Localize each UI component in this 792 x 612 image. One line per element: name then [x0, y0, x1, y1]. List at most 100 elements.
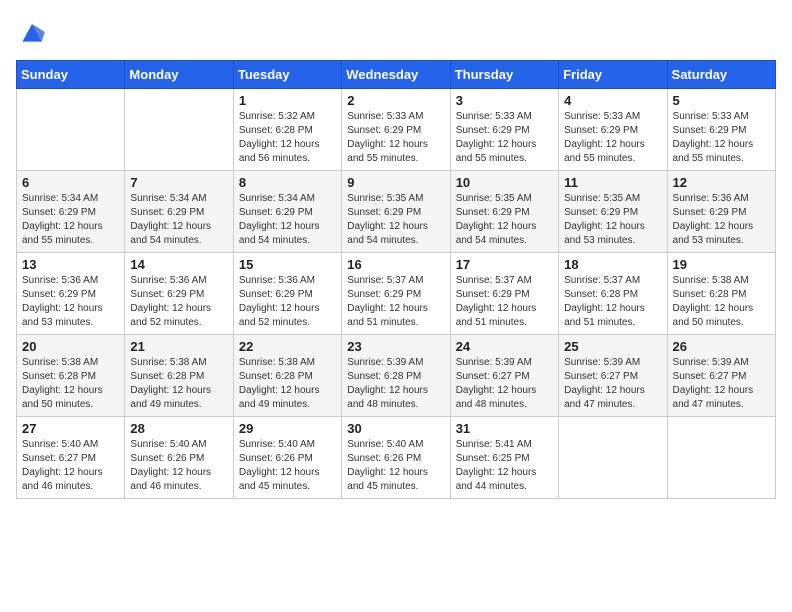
day-info: Sunrise: 5:33 AMSunset: 6:29 PMDaylight:…: [564, 110, 661, 166]
day-number: 21: [130, 339, 227, 354]
calendar-cell: [667, 417, 775, 499]
week-row-2: 6 Sunrise: 5:34 AMSunset: 6:29 PMDaylight…: [17, 171, 776, 253]
calendar-cell: 25 Sunrise: 5:39 AMSunset: 6:27 PMDayligh…: [559, 335, 667, 417]
calendar-cell: 9 Sunrise: 5:35 AMSunset: 6:29 PMDaylight…: [342, 171, 450, 253]
day-info: Sunrise: 5:33 AMSunset: 6:29 PMDaylight:…: [347, 110, 444, 166]
calendar-cell: 13Sunrise: 5:36 AMSunset: 6:29 PMDayligh…: [17, 253, 125, 335]
calendar-cell: 14Sunrise: 5:36 AMSunset: 6:29 PMDayligh…: [125, 253, 233, 335]
calendar-cell: 23Sunrise: 5:39 AMSunset: 6:28 PMDayligh…: [342, 335, 450, 417]
day-info: Sunrise: 5:40 AMSunset: 6:26 PMDaylight:…: [130, 438, 227, 494]
day-number: 25: [564, 339, 661, 354]
column-header-thursday: Thursday: [450, 61, 558, 89]
day-info: Sunrise: 5:35 AMSunset: 6:29 PMDaylight:…: [347, 192, 444, 248]
day-info: Sunrise: 5:35 AMSunset: 6:29 PMDaylight:…: [456, 192, 553, 248]
day-number: 12: [673, 175, 770, 190]
day-number: 18: [564, 257, 661, 272]
day-info: Sunrise: 5:35 AMSunset: 6:29 PMDaylight:…: [564, 192, 661, 248]
column-header-tuesday: Tuesday: [233, 61, 341, 89]
column-header-friday: Friday: [559, 61, 667, 89]
calendar-cell: 7 Sunrise: 5:34 AMSunset: 6:29 PMDaylight…: [125, 171, 233, 253]
day-info: Sunrise: 5:37 AMSunset: 6:28 PMDaylight:…: [564, 274, 661, 330]
logo: [16, 16, 52, 48]
day-info: Sunrise: 5:34 AMSunset: 6:29 PMDaylight:…: [130, 192, 227, 248]
week-row-4: 20 Sunrise: 5:38 AMSunset: 6:28 PMDayligh…: [17, 335, 776, 417]
day-number: 5: [673, 93, 770, 108]
logo-icon: [16, 16, 48, 48]
day-number: 15: [239, 257, 336, 272]
day-number: 7: [130, 175, 227, 190]
day-info: Sunrise: 5:39 AMSunset: 6:27 PMDaylight:…: [673, 356, 770, 412]
calendar-cell: 11 Sunrise: 5:35 AMSunset: 6:29 PMDayligh…: [559, 171, 667, 253]
column-header-wednesday: Wednesday: [342, 61, 450, 89]
day-info: Sunrise: 5:36 AMSunset: 6:29 PMDaylight:…: [673, 192, 770, 248]
day-number: 13: [22, 257, 119, 272]
calendar-cell: 29Sunrise: 5:40 AMSunset: 6:26 PMDayligh…: [233, 417, 341, 499]
day-info: Sunrise: 5:33 AMSunset: 6:29 PMDaylight:…: [673, 110, 770, 166]
calendar-cell: 17Sunrise: 5:37 AMSunset: 6:29 PMDayligh…: [450, 253, 558, 335]
day-info: Sunrise: 5:34 AMSunset: 6:29 PMDaylight:…: [22, 192, 119, 248]
day-info: Sunrise: 5:32 AMSunset: 6:28 PMDaylight:…: [239, 110, 336, 166]
day-number: 3: [456, 93, 553, 108]
day-number: 6: [22, 175, 119, 190]
calendar-cell: 22Sunrise: 5:38 AMSunset: 6:28 PMDayligh…: [233, 335, 341, 417]
calendar-cell: 15 Sunrise: 5:36 AMSunset: 6:29 PMDayligh…: [233, 253, 341, 335]
day-number: 9: [347, 175, 444, 190]
day-info: Sunrise: 5:38 AMSunset: 6:28 PMDaylight:…: [673, 274, 770, 330]
day-info: Sunrise: 5:37 AMSunset: 6:29 PMDaylight:…: [456, 274, 553, 330]
column-header-monday: Monday: [125, 61, 233, 89]
day-info: Sunrise: 5:38 AMSunset: 6:28 PMDaylight:…: [130, 356, 227, 412]
day-info: Sunrise: 5:39 AMSunset: 6:27 PMDaylight:…: [456, 356, 553, 412]
day-number: 26: [673, 339, 770, 354]
day-number: 30: [347, 421, 444, 436]
day-number: 23: [347, 339, 444, 354]
day-number: 4: [564, 93, 661, 108]
calendar-cell: 19Sunrise: 5:38 AMSunset: 6:28 PMDayligh…: [667, 253, 775, 335]
day-info: Sunrise: 5:36 AMSunset: 6:29 PMDaylight:…: [239, 274, 336, 330]
day-number: 11: [564, 175, 661, 190]
calendar-cell: 4 Sunrise: 5:33 AMSunset: 6:29 PMDaylight…: [559, 89, 667, 171]
day-number: 20: [22, 339, 119, 354]
week-row-5: 27 Sunrise: 5:40 AMSunset: 6:27 PMDayligh…: [17, 417, 776, 499]
day-number: 2: [347, 93, 444, 108]
day-number: 27: [22, 421, 119, 436]
day-number: 24: [456, 339, 553, 354]
day-number: 1: [239, 93, 336, 108]
day-number: 31: [456, 421, 553, 436]
day-number: 10: [456, 175, 553, 190]
day-info: Sunrise: 5:40 AMSunset: 6:27 PMDaylight:…: [22, 438, 119, 494]
calendar-cell: 27 Sunrise: 5:40 AMSunset: 6:27 PMDayligh…: [17, 417, 125, 499]
day-number: 22: [239, 339, 336, 354]
calendar-table: SundayMondayTuesdayWednesdayThursdayFrid…: [16, 60, 776, 499]
calendar-cell: 6 Sunrise: 5:34 AMSunset: 6:29 PMDaylight…: [17, 171, 125, 253]
calendar-cell: 2 Sunrise: 5:33 AMSunset: 6:29 PMDaylight…: [342, 89, 450, 171]
day-number: 14: [130, 257, 227, 272]
week-row-1: 1 Sunrise: 5:32 AMSunset: 6:28 PMDaylight…: [17, 89, 776, 171]
calendar-cell: [125, 89, 233, 171]
calendar-cell: 5 Sunrise: 5:33 AMSunset: 6:29 PMDaylight…: [667, 89, 775, 171]
day-info: Sunrise: 5:40 AMSunset: 6:26 PMDaylight:…: [239, 438, 336, 494]
calendar-cell: 31Sunrise: 5:41 AMSunset: 6:25 PMDayligh…: [450, 417, 558, 499]
calendar-cell: 30 Sunrise: 5:40 AMSunset: 6:26 PMDayligh…: [342, 417, 450, 499]
calendar-cell: 12 Sunrise: 5:36 AMSunset: 6:29 PMDayligh…: [667, 171, 775, 253]
day-info: Sunrise: 5:40 AMSunset: 6:26 PMDaylight:…: [347, 438, 444, 494]
column-header-sunday: Sunday: [17, 61, 125, 89]
week-row-3: 13 Sunrise: 5:36 AMSunset: 6:29 PMDayligh…: [17, 253, 776, 335]
day-number: 28: [130, 421, 227, 436]
day-info: Sunrise: 5:34 AMSunset: 6:29 PMDaylight:…: [239, 192, 336, 248]
calendar-cell: 8 Sunrise: 5:34 AMSunset: 6:29 PMDaylight…: [233, 171, 341, 253]
day-info: Sunrise: 5:37 AMSunset: 6:29 PMDaylight:…: [347, 274, 444, 330]
day-info: Sunrise: 5:38 AMSunset: 6:28 PMDaylight:…: [22, 356, 119, 412]
day-info: Sunrise: 5:39 AMSunset: 6:27 PMDaylight:…: [564, 356, 661, 412]
calendar-cell: [559, 417, 667, 499]
calendar-cell: 26 Sunrise: 5:39 AMSunset: 6:27 PMDayligh…: [667, 335, 775, 417]
calendar-cell: 24 Sunrise: 5:39 AMSunset: 6:27 PMDayligh…: [450, 335, 558, 417]
calendar-cell: 16Sunrise: 5:37 AMSunset: 6:29 PMDayligh…: [342, 253, 450, 335]
day-number: 8: [239, 175, 336, 190]
calendar-cell: 3 Sunrise: 5:33 AMSunset: 6:29 PMDaylight…: [450, 89, 558, 171]
calendar-cell: 1 Sunrise: 5:32 AMSunset: 6:28 PMDaylight…: [233, 89, 341, 171]
calendar-cell: 28 Sunrise: 5:40 AMSunset: 6:26 PMDayligh…: [125, 417, 233, 499]
column-header-saturday: Saturday: [667, 61, 775, 89]
day-info: Sunrise: 5:33 AMSunset: 6:29 PMDaylight:…: [456, 110, 553, 166]
calendar-cell: [17, 89, 125, 171]
calendar-cell: 20 Sunrise: 5:38 AMSunset: 6:28 PMDayligh…: [17, 335, 125, 417]
